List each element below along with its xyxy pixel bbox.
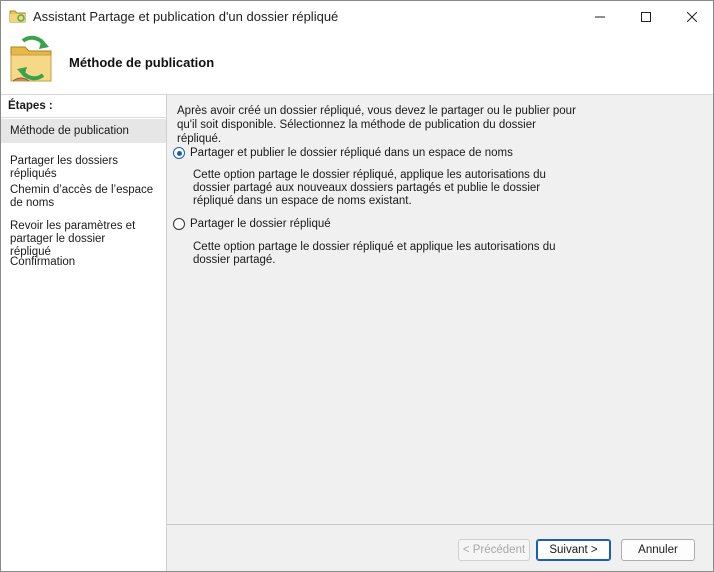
step-share-folders[interactable]: Partager les dossiers répliqués <box>1 155 166 181</box>
divider <box>1 117 166 118</box>
option-label: Partager et publier le dossier répliqué … <box>190 147 513 159</box>
step-review-settings[interactable]: Revoir les paramètres et partager le dos… <box>1 220 166 259</box>
maximize-icon <box>641 11 651 22</box>
close-button[interactable] <box>669 1 713 32</box>
step-confirmation[interactable]: Confirmation <box>1 256 166 269</box>
option-share-and-publish[interactable]: Partager et publier le dossier répliqué … <box>173 147 513 159</box>
wizard-window: Assistant Partage et publication d'un do… <box>0 0 714 572</box>
window-title: Assistant Partage et publication d'un do… <box>33 9 339 24</box>
option-label: Partager le dossier répliqué <box>190 218 331 230</box>
title-bar: Assistant Partage et publication d'un do… <box>1 1 713 32</box>
wizard-header: Méthode de publication <box>1 32 713 95</box>
steps-sidebar: Étapes : Méthode de publication Partager… <box>1 95 167 571</box>
minimize-button[interactable] <box>577 1 623 32</box>
option-share-only[interactable]: Partager le dossier répliqué <box>173 218 331 230</box>
step-publication-method[interactable]: Méthode de publication <box>1 119 166 143</box>
shared-folder-sync-icon <box>9 35 57 85</box>
next-button[interactable]: Suivant > <box>536 539 611 561</box>
cancel-button[interactable]: Annuler <box>621 539 695 561</box>
page-title: Méthode de publication <box>69 55 215 70</box>
close-icon <box>687 11 697 22</box>
intro-text: Après avoir créé un dossier répliqué, vo… <box>177 105 576 145</box>
divider <box>167 524 713 525</box>
step-namespace-path[interactable]: Chemin d’accès de l’espace de noms <box>1 184 166 210</box>
radio-share-only[interactable] <box>173 218 185 230</box>
option-description: Cette option partage le dossier répliqué… <box>193 241 556 266</box>
wizard-content: Après avoir créé un dossier répliqué, vo… <box>167 95 713 571</box>
folder-share-icon <box>9 8 27 24</box>
previous-button[interactable]: < Précédent <box>458 539 530 561</box>
maximize-button[interactable] <box>623 1 669 32</box>
radio-share-and-publish[interactable] <box>173 147 185 159</box>
option-description: Cette option partage le dossier répliqué… <box>193 169 546 207</box>
minimize-icon <box>595 16 605 17</box>
steps-heading: Étapes : <box>8 100 53 112</box>
